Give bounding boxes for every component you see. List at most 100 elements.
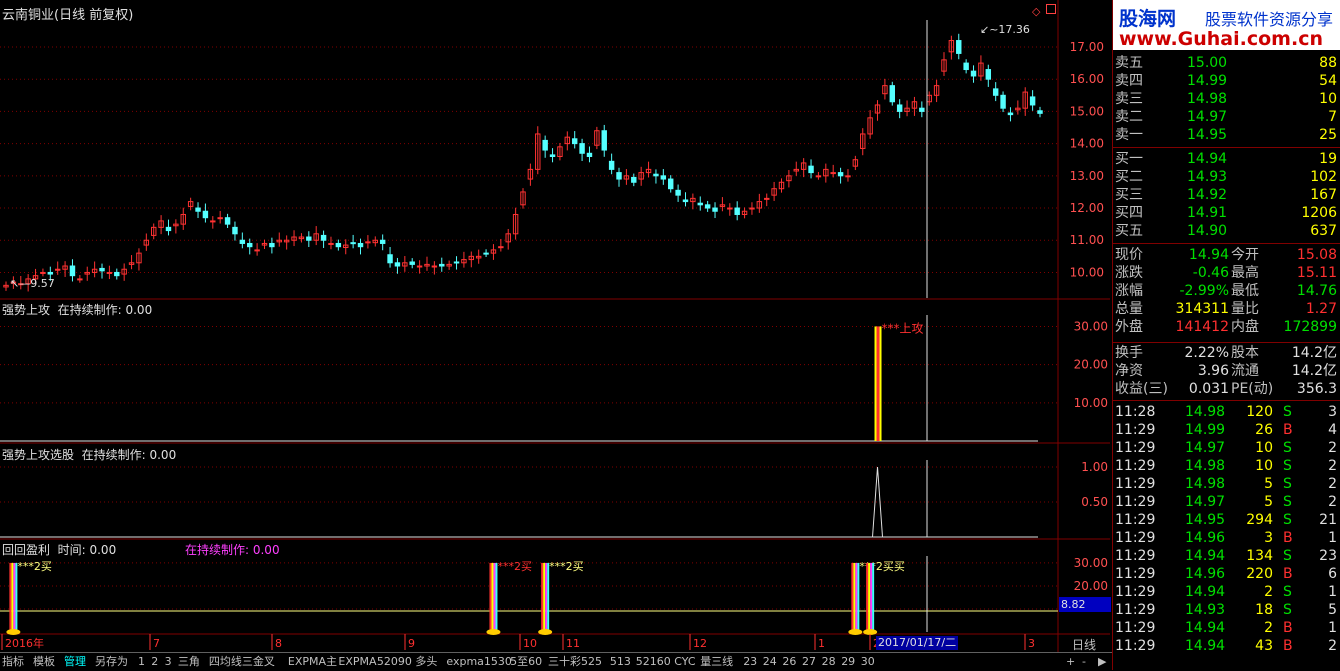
tick-side: S <box>1283 476 1292 492</box>
tick-price: 14.95 <box>1185 512 1226 528</box>
diamond-icon[interactable]: ◇ <box>1032 5 1040 18</box>
candle-body <box>682 199 689 203</box>
level-label: 买一 <box>1115 151 1143 167</box>
toolbar-item[interactable]: 26 <box>782 653 796 671</box>
tick-time: 11:29 <box>1115 422 1156 438</box>
candle-body <box>542 139 548 151</box>
logo-slogan: 股票软件资源分享 <box>1205 10 1334 29</box>
stat-row: 总量 314311 量比 1.27 <box>1113 300 1340 318</box>
toolbar-item[interactable]: 28 <box>822 653 836 671</box>
candle-body <box>764 197 770 200</box>
candle-body <box>579 143 585 154</box>
stat-row: 涨跌 -0.46 最高 15.11 <box>1113 264 1340 282</box>
toolbar-item[interactable]: EXPMA主 <box>288 653 337 671</box>
tick-side: S <box>1283 458 1292 474</box>
candle-body <box>232 226 238 235</box>
square-icon[interactable] <box>1046 4 1056 14</box>
signal-label: ***上攻 <box>882 321 924 335</box>
buy-label: ***2买 <box>497 560 532 573</box>
toolbar-item[interactable]: 27 <box>802 653 816 671</box>
tick-side: B <box>1283 620 1293 636</box>
candle-body <box>40 271 46 274</box>
toolbar-item[interactable]: 52090 <box>377 653 412 671</box>
signal-base <box>6 629 21 635</box>
toolbar-item[interactable]: 5至60 <box>510 653 542 671</box>
sell-level-row: 卖一 14.95 25 <box>1113 126 1340 144</box>
tick-price: 14.96 <box>1185 566 1226 582</box>
toolbar-item[interactable]: CYC <box>674 653 695 671</box>
toolbar-item[interactable]: 1 <box>138 653 145 671</box>
buy-signal-bar <box>543 562 546 632</box>
toolbar-item[interactable]: 另存为 <box>95 653 128 671</box>
level-volume: 54 <box>1319 73 1337 89</box>
sell-level-row: 卖四 14.99 54 <box>1113 72 1340 90</box>
level-label: 卖三 <box>1115 91 1143 107</box>
fund-label: 换手 <box>1115 345 1143 361</box>
candle-body <box>387 254 393 264</box>
fund-value: 0.031 <box>1188 381 1229 397</box>
zoom-out-button[interactable]: - <box>1082 655 1086 668</box>
toolbar-item[interactable]: 三十彩525 <box>548 653 602 671</box>
tick-volume: 134 <box>1246 548 1273 564</box>
candle-body <box>202 210 209 219</box>
stat-value: 14.94 <box>1188 247 1229 263</box>
play-button[interactable]: ▶ <box>1098 655 1106 668</box>
tick-count: 1 <box>1328 620 1337 636</box>
candle-body <box>320 234 327 241</box>
tick-volume: 5 <box>1264 476 1273 492</box>
candle-body <box>616 172 622 180</box>
x-tick-label: 2016年 <box>5 636 44 650</box>
buy-signal-bar <box>872 562 875 632</box>
chart-area[interactable]: 17.00 16.00 15.00 14.00 13.00 12.00 11.00 10.00… <box>0 0 1111 653</box>
signal-line <box>872 466 884 538</box>
toolbar-item[interactable]: 模板 <box>33 653 55 671</box>
candle-body <box>985 69 992 80</box>
signal-base <box>848 629 863 635</box>
toolbar-item[interactable]: 2 <box>151 653 158 671</box>
toolbar-item[interactable]: 29 <box>841 653 855 671</box>
candle-body <box>379 239 386 244</box>
toolbar-item[interactable]: 量三线 <box>700 653 733 671</box>
toolbar-item[interactable]: 指标 <box>2 653 24 671</box>
fund-label: 收益(三) <box>1115 381 1168 397</box>
toolbar-item[interactable]: 513 <box>610 653 631 671</box>
kline-chart[interactable]: 17.0016.0015.0014.0013.0012.0011.0010.00… <box>0 0 1110 652</box>
level-price: 14.99 <box>1187 73 1228 89</box>
toolbar-item[interactable]: 24 <box>763 653 777 671</box>
fund-row: 净资 3.96 流通 14.2亿 <box>1113 362 1340 380</box>
tick-volume: 120 <box>1246 404 1273 420</box>
level-price: 14.98 <box>1187 91 1228 107</box>
buy-signal-bar <box>9 562 12 632</box>
level-volume: 167 <box>1310 187 1337 203</box>
candle-body <box>210 220 216 223</box>
toolbar-item[interactable]: 三角 <box>178 653 200 671</box>
tick-time: 11:29 <box>1115 620 1156 636</box>
toolbar-item[interactable]: 四均线三金叉 <box>209 653 275 671</box>
toolbar-item[interactable]: 30 <box>861 653 875 671</box>
toolbar-item[interactable]: 3 <box>165 653 172 671</box>
toolbar-item[interactable]: EXPMA <box>338 653 376 671</box>
signal-bar <box>876 326 880 441</box>
toolbar-item[interactable]: 多头 <box>415 653 437 671</box>
tick-side: S <box>1283 584 1292 600</box>
buy-signal-bar <box>491 562 494 632</box>
candle-body <box>896 104 903 112</box>
tick-count: 1 <box>1328 584 1337 600</box>
toolbar-item[interactable]: 管理 <box>64 653 86 671</box>
candle-body <box>1000 94 1006 109</box>
level-label: 买三 <box>1115 187 1143 203</box>
zoom-in-button[interactable]: + <box>1066 655 1075 668</box>
cycle-label[interactable]: 日线 <box>1072 636 1096 653</box>
y-tick-label: 13.00 <box>1070 169 1104 183</box>
x-tick-label: 11 <box>566 637 580 650</box>
stat-row: 涨幅 -2.99% 最低 14.76 <box>1113 282 1340 300</box>
stat-value: 15.08 <box>1296 247 1337 263</box>
tick-row: 11:28 14.98 120 S 3 <box>1113 403 1340 421</box>
level-label: 买五 <box>1115 223 1143 239</box>
fund-label: 净资 <box>1115 363 1143 379</box>
toolbar-item[interactable]: expma1530 <box>446 653 512 671</box>
toolbar-item[interactable]: 23 <box>743 653 757 671</box>
tick-price: 14.94 <box>1185 620 1226 636</box>
tick-count: 5 <box>1328 602 1337 618</box>
toolbar-item[interactable]: 52160 <box>636 653 671 671</box>
